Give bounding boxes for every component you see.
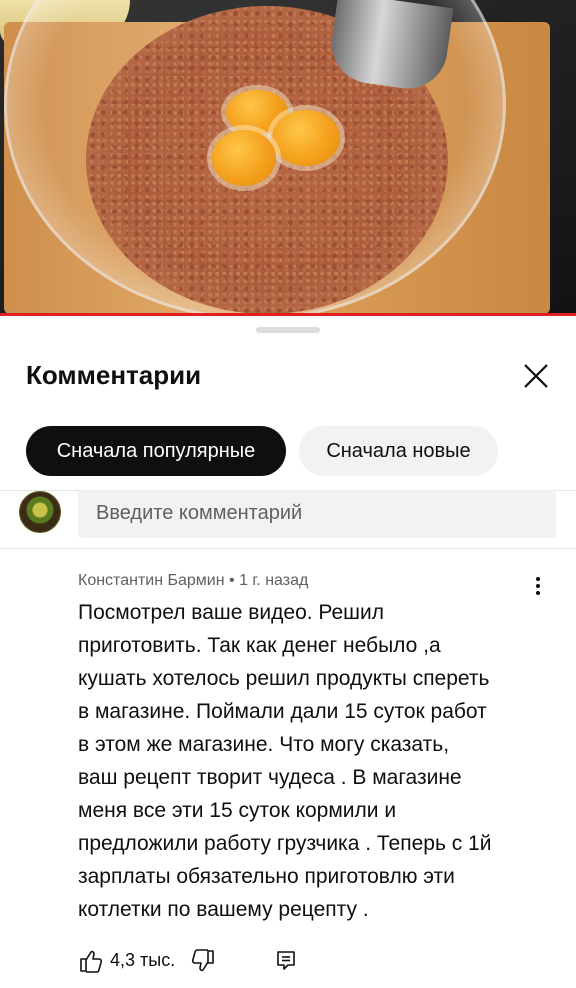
comment-line: ваш рецепт творит чудеса . В магазине	[78, 766, 462, 789]
more-vert-icon	[528, 577, 548, 595]
close-icon	[524, 364, 548, 388]
sort-chip-popular[interactable]: Сначала популярные	[26, 426, 286, 476]
egg-yolk-image	[212, 130, 276, 186]
user-avatar[interactable]	[19, 491, 61, 533]
comment-line: зарплаты обязательно приготовлю эти	[78, 865, 455, 888]
comment-line: в этом же магазине. Что могу сказать,	[78, 733, 450, 756]
reply-icon[interactable]	[274, 949, 298, 973]
comment-meta: Константин Бармин • 1 г. назад	[78, 572, 308, 590]
comment-line: приготовить. Так как денег небыло ,а	[78, 634, 441, 657]
thumbs-up-icon[interactable]	[78, 948, 104, 974]
comment-line: кушать хотелось решил продукты спереть	[78, 667, 490, 690]
comment-input-placeholder: Введите комментарий	[96, 502, 303, 524]
comment-line: в магазине. Поймали дали 15 суток работ	[78, 700, 487, 723]
like-count: 4,3 тыс.	[110, 950, 176, 970]
sort-chip-newest[interactable]: Сначала новые	[299, 426, 498, 476]
comment-line: Посмотрел ваше видео. Решил	[78, 601, 385, 624]
comments-sheet: Комментарии Сначала популярные Сначала н…	[0, 316, 576, 988]
comment-line: меня все эти 15 суток кормили и	[78, 799, 397, 822]
meta-separator: •	[229, 572, 235, 589]
comment-author[interactable]: Константин Бармин	[78, 572, 225, 589]
close-button[interactable]	[516, 356, 556, 396]
thumbs-down-icon[interactable]	[190, 948, 216, 974]
comments-title: Комментарии	[26, 360, 202, 390]
comment-time: 1 г. назад	[239, 572, 309, 589]
egg-yolk-image	[272, 110, 340, 166]
comment-input[interactable]: Введите комментарий	[78, 490, 556, 538]
video-player[interactable]	[0, 0, 576, 316]
divider	[0, 548, 576, 549]
comment-text: Посмотрел ваше видео. Решил приготовить.…	[78, 596, 548, 926]
youtube-comments-screen: Комментарии Сначала популярные Сначала н…	[0, 0, 576, 988]
drag-handle[interactable]	[256, 327, 320, 333]
comment-line: котлетки по вашему рецепту .	[78, 898, 369, 921]
comment-line: предложили работу грузчика . Теперь с 1й	[78, 832, 492, 855]
